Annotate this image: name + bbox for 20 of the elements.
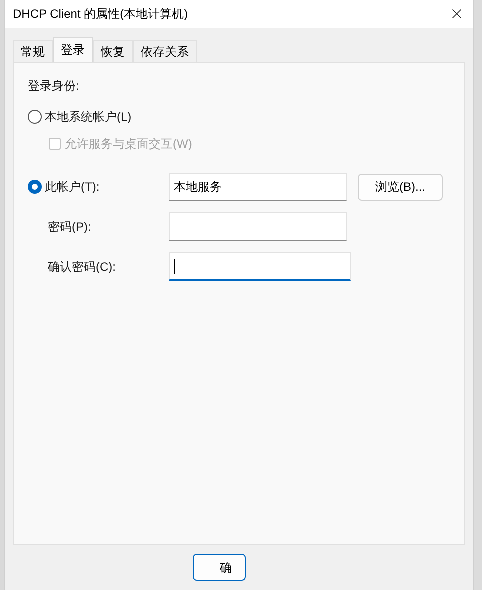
radio-label: 本地系统帐户(L) <box>45 109 132 126</box>
text-cursor <box>174 258 175 274</box>
radio-button[interactable] <box>28 110 42 124</box>
browse-button[interactable]: 浏览(B)... <box>358 174 443 200</box>
section-label: 登录身份: <box>28 78 80 95</box>
field-label: 确认密码(C): <box>47 258 117 276</box>
tab[interactable]: 恢复 <box>93 40 133 62</box>
window-title: DHCP Client 的属性(本地计算机) <box>13 6 188 23</box>
tab[interactable]: 登录 <box>53 37 93 62</box>
checkbox-label: 允许服务与桌面交互(W) <box>65 136 192 153</box>
radio-label: 此帐户(T): <box>45 179 100 196</box>
password-field[interactable] <box>169 212 347 241</box>
tab[interactable]: 依存关系 <box>133 40 197 62</box>
password-field[interactable] <box>169 252 351 281</box>
ok-button[interactable]: 确 <box>193 554 246 581</box>
account-field[interactable]: 本地服务 <box>169 173 347 201</box>
tab[interactable]: 常规 <box>13 40 53 62</box>
radio-button[interactable] <box>28 180 42 194</box>
account-value: 本地服务 <box>174 180 222 194</box>
field-label: 密码(P): <box>47 218 92 236</box>
